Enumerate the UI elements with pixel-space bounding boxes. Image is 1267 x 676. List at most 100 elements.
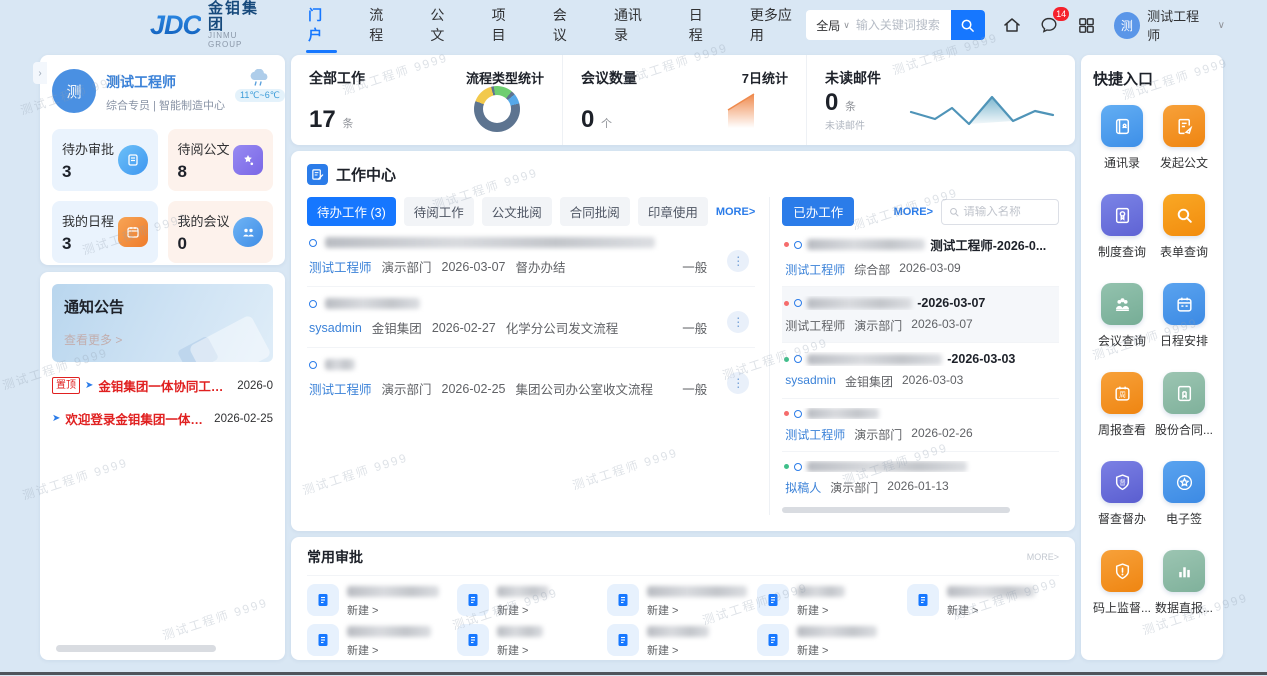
sidebar-collapse-handle[interactable]: › xyxy=(33,62,47,84)
dept: 演示部门 xyxy=(830,479,878,496)
stat-chart-label: 7日统计 xyxy=(742,68,788,87)
user-card: 测 测试工程师 综合专员 | 智能制造中心 11℃~6℃ 待办审批 3 待阅公文… xyxy=(40,55,285,265)
done-more-link[interactable]: MORE> xyxy=(894,206,933,218)
create-new-link[interactable]: 新建 > xyxy=(797,602,845,618)
quick-meeting-search[interactable]: 会议查询 xyxy=(1093,283,1151,349)
tile-value: 3 xyxy=(62,162,114,182)
calendar-icon xyxy=(1163,283,1205,325)
quick-create-doc[interactable]: 发起公文 xyxy=(1155,105,1213,171)
quick-form-search[interactable]: 表单查询 xyxy=(1155,194,1213,260)
tab-doc-review[interactable]: 公文批阅 xyxy=(482,197,552,226)
originator: 测试工程师 xyxy=(785,317,845,334)
originator-link[interactable]: sysadmin xyxy=(785,373,836,390)
done-item[interactable]: -2026-03-07 测试工程师演示部门2026-03-07 xyxy=(782,287,1059,343)
avatar[interactable]: 测 xyxy=(52,69,96,113)
menu-contacts[interactable]: 通讯录 xyxy=(612,0,657,59)
create-new-link[interactable]: 新建 > xyxy=(797,642,877,658)
todo-more-link[interactable]: MORE> xyxy=(716,206,755,218)
create-new-link[interactable]: 新建 > xyxy=(497,642,543,658)
meeting-people-icon xyxy=(1101,283,1143,325)
notice-item[interactable]: 置顶 ➤ 金钼集团一体协同工作平... 2026-0 xyxy=(52,376,273,395)
message-icon[interactable]: 14 xyxy=(1039,14,1061,36)
originator-link[interactable]: 测试工程师 xyxy=(785,261,845,278)
redacted-title xyxy=(347,626,431,637)
tab-contract-review[interactable]: 合同批阅 xyxy=(560,197,630,226)
apps-grid-icon[interactable] xyxy=(1076,14,1098,36)
originator-link[interactable]: 测试工程师 xyxy=(309,257,372,276)
create-new-link[interactable]: 新建 > xyxy=(947,602,1035,618)
approval-template[interactable]: 新建 > xyxy=(457,584,607,618)
redacted-title xyxy=(807,408,879,419)
menu-portal[interactable]: 门户 xyxy=(306,0,337,59)
tile-my-schedule[interactable]: 我的日程 3 xyxy=(52,201,158,263)
quick-supervision[interactable]: 督 督查督办 xyxy=(1093,461,1151,527)
done-work-button[interactable]: 已办工作 xyxy=(782,197,854,226)
quick-weekly-report[interactable]: 周 周报查看 xyxy=(1093,372,1151,438)
done-item[interactable]: -2026-03-03 sysadmin金钼集团2026-03-03 xyxy=(782,343,1059,399)
menu-project[interactable]: 项目 xyxy=(490,0,521,59)
approval-template[interactable]: 新建 > xyxy=(307,584,457,618)
weather-widget: 11℃~6℃ xyxy=(235,69,285,102)
user-name[interactable]: 测试工程师 xyxy=(106,72,225,92)
approval-template[interactable]: 新建 > xyxy=(757,584,907,618)
originator-link[interactable]: 测试工程师 xyxy=(785,426,845,443)
notice-date: 2026-0 xyxy=(237,380,273,392)
tile-todo-approvals[interactable]: 待办审批 3 xyxy=(52,129,158,191)
menu-schedule[interactable]: 日程 xyxy=(687,0,718,59)
quick-label: 电子签 xyxy=(1166,510,1202,527)
done-item[interactable]: 测试工程师-2026-0... 测试工程师综合部2026-03-09 xyxy=(782,226,1059,287)
quick-esign[interactable]: 电子签 xyxy=(1155,461,1213,527)
menu-meeting[interactable]: 会议 xyxy=(551,0,582,59)
search-scope-select[interactable]: 全局∨ xyxy=(806,17,856,34)
tab-to-read-work[interactable]: 待阅工作 xyxy=(404,197,474,226)
menu-process[interactable]: 流程 xyxy=(367,0,398,59)
quick-contacts[interactable]: 通讯录 xyxy=(1093,105,1151,171)
esign-star-icon xyxy=(1163,461,1205,503)
quick-policy-search[interactable]: 制度查询 xyxy=(1093,194,1151,260)
originator-link[interactable]: sysadmin xyxy=(309,321,362,335)
search-input[interactable] xyxy=(856,18,951,32)
todo-item[interactable]: 测试工程师 演示部门 2026-02-25 集团公司办公室收文流程 一般 ⋮ xyxy=(307,348,755,408)
create-new-link[interactable]: 新建 > xyxy=(347,602,439,618)
create-new-link[interactable]: 新建 > xyxy=(347,642,431,658)
main-menu: 门户 流程 公文 项目 会议 通讯录 日程 更多应用 xyxy=(306,0,806,59)
quick-schedule[interactable]: 日程安排 xyxy=(1155,283,1213,349)
todo-item[interactable]: 测试工程师 演示部门 2026-03-07 督办办结 一般 ⋮ xyxy=(307,226,755,287)
quick-code-supervision[interactable]: 码上监督... xyxy=(1093,550,1151,616)
create-new-link[interactable]: 新建 > xyxy=(647,642,709,658)
quick-data-report[interactable]: 数据直报... xyxy=(1155,550,1213,616)
approval-template[interactable]: 新建 > xyxy=(457,624,607,658)
tile-my-meetings[interactable]: 我的会议 0 xyxy=(168,201,274,263)
approvals-grid: 新建 > 新建 > 新建 > 新建 > 新建 > 新建 > 新建 > xyxy=(307,584,1059,664)
originator-link[interactable]: 拟稿人 xyxy=(785,479,821,496)
done-search-input[interactable] xyxy=(963,206,1051,218)
approval-template[interactable]: 新建 > xyxy=(757,624,907,658)
approval-template[interactable]: 新建 > xyxy=(607,624,757,658)
home-icon[interactable] xyxy=(1001,14,1023,36)
search-button[interactable] xyxy=(951,10,985,40)
approval-template[interactable]: 新建 > xyxy=(907,584,1057,618)
todo-item[interactable]: sysadmin 金钼集团 2026-02-27 化学分公司发文流程 一般 ⋮ xyxy=(307,287,755,348)
tab-seal-usage[interactable]: 印章使用 xyxy=(638,197,708,226)
approval-template[interactable]: 新建 > xyxy=(607,584,757,618)
tile-unread-docs[interactable]: 待阅公文 8 xyxy=(168,129,274,191)
common-approvals-card: 常用审批 MORE> 新建 > 新建 > 新建 > 新建 > 新建 > 新建 > xyxy=(291,537,1075,660)
create-new-link[interactable]: 新建 > xyxy=(647,602,747,618)
stat-value: 0 xyxy=(581,106,594,133)
create-new-link[interactable]: 新建 > xyxy=(497,602,549,618)
approval-template[interactable]: 新建 > xyxy=(307,624,457,658)
done-item[interactable]: 拟稿人演示部门2026-01-13 xyxy=(782,452,1059,504)
seven-day-area-chart xyxy=(724,90,758,132)
approvals-more-link[interactable]: MORE> xyxy=(1027,552,1059,562)
quick-share-contract[interactable]: 股份合同... xyxy=(1155,372,1213,438)
svg-text:周: 周 xyxy=(1119,391,1126,399)
horizontal-scrollbar[interactable] xyxy=(56,645,216,652)
menu-document[interactable]: 公文 xyxy=(428,0,459,59)
menu-more-apps[interactable]: 更多应用 xyxy=(748,0,806,59)
user-menu[interactable]: 测 测试工程师 ∨ xyxy=(1114,6,1225,44)
horizontal-scrollbar[interactable] xyxy=(782,507,1010,513)
notice-item[interactable]: ➤ 欢迎登录金钼集团一体协同... 2026-02-25 xyxy=(52,409,273,428)
tab-todo-work[interactable]: 待办工作 (3) xyxy=(307,197,396,226)
originator-link[interactable]: 测试工程师 xyxy=(309,379,372,398)
done-item[interactable]: 测试工程师演示部门2026-02-26 xyxy=(782,399,1059,452)
